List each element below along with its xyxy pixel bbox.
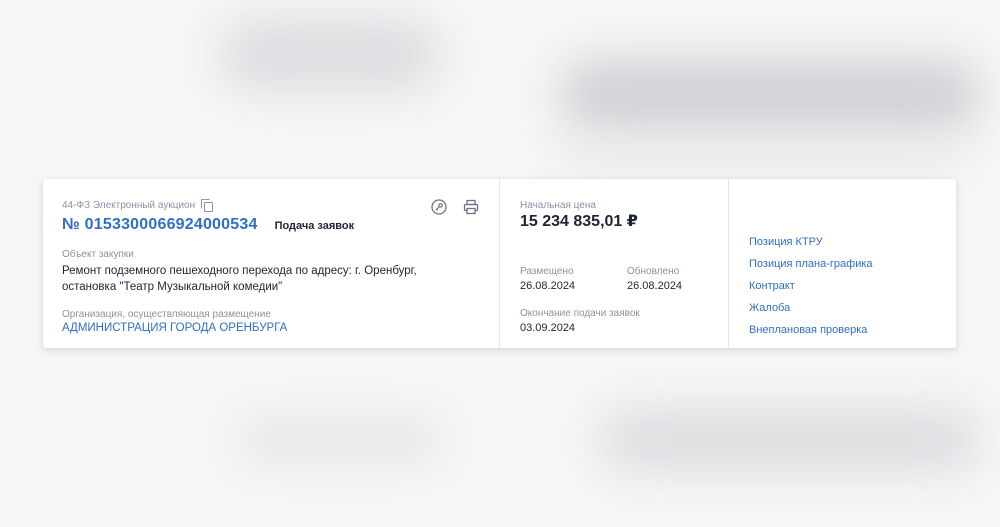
link-contract[interactable]: Контракт xyxy=(749,279,873,301)
background-blur xyxy=(560,150,960,164)
updated-label: Обновлено xyxy=(627,266,680,277)
key-icon[interactable] xyxy=(431,199,447,215)
published-date: 26.08.2024 xyxy=(520,280,576,292)
object-label: Объект закупки xyxy=(62,249,134,260)
printer-icon[interactable] xyxy=(463,199,479,215)
background-blur xyxy=(240,420,440,460)
price-value: 15 234 835,01 ₽ xyxy=(520,213,638,230)
procurement-card: 44-ФЗ Электронный аукцион № 015330006692… xyxy=(43,179,956,348)
link-complaint[interactable]: Жалоба xyxy=(749,301,873,323)
link-plan-schedule-position[interactable]: Позиция плана-графика xyxy=(749,257,873,279)
link-unscheduled-inspection[interactable]: Внеплановая проверка xyxy=(749,323,873,345)
links-section: Позиция КТРУ Позиция плана-графика Контр… xyxy=(729,179,956,348)
card-actions xyxy=(431,199,479,215)
copy-icon[interactable] xyxy=(201,199,214,212)
background-blur xyxy=(220,20,440,90)
updated-date: 26.08.2024 xyxy=(627,280,683,292)
price-section: Начальная цена 15 234 835,01 ₽ Размещено… xyxy=(500,179,729,348)
object-description: Ремонт подземного пешеходного перехода п… xyxy=(62,265,417,293)
link-ktru-position[interactable]: Позиция КТРУ xyxy=(749,235,873,257)
organization-label: Организация, осуществляющая размещение xyxy=(62,309,271,320)
price-label: Начальная цена xyxy=(520,200,596,211)
procurement-type-line: 44-ФЗ Электронный аукцион xyxy=(62,199,214,212)
related-links: Позиция КТРУ Позиция плана-графика Контр… xyxy=(749,235,873,345)
deadline-label: Окончание подачи заявок xyxy=(520,308,640,319)
organization-link[interactable]: АДМИНИСТРАЦИЯ ГОРОДА ОРЕНБУРГА xyxy=(62,322,287,334)
background-blur xyxy=(560,60,980,130)
procurement-info-section: 44-ФЗ Электронный аукцион № 015330006692… xyxy=(43,179,500,348)
deadline-date: 03.09.2024 xyxy=(520,322,576,334)
published-label: Размещено xyxy=(520,266,574,277)
procurement-number-link[interactable]: № 0153300066924000534 xyxy=(62,216,258,234)
status-badge: Подача заявок xyxy=(274,220,355,232)
background-blur xyxy=(600,410,980,470)
procurement-type: 44-ФЗ Электронный аукцион xyxy=(62,199,196,211)
number-line: № 0153300066924000534 Подача заявок xyxy=(62,216,354,234)
